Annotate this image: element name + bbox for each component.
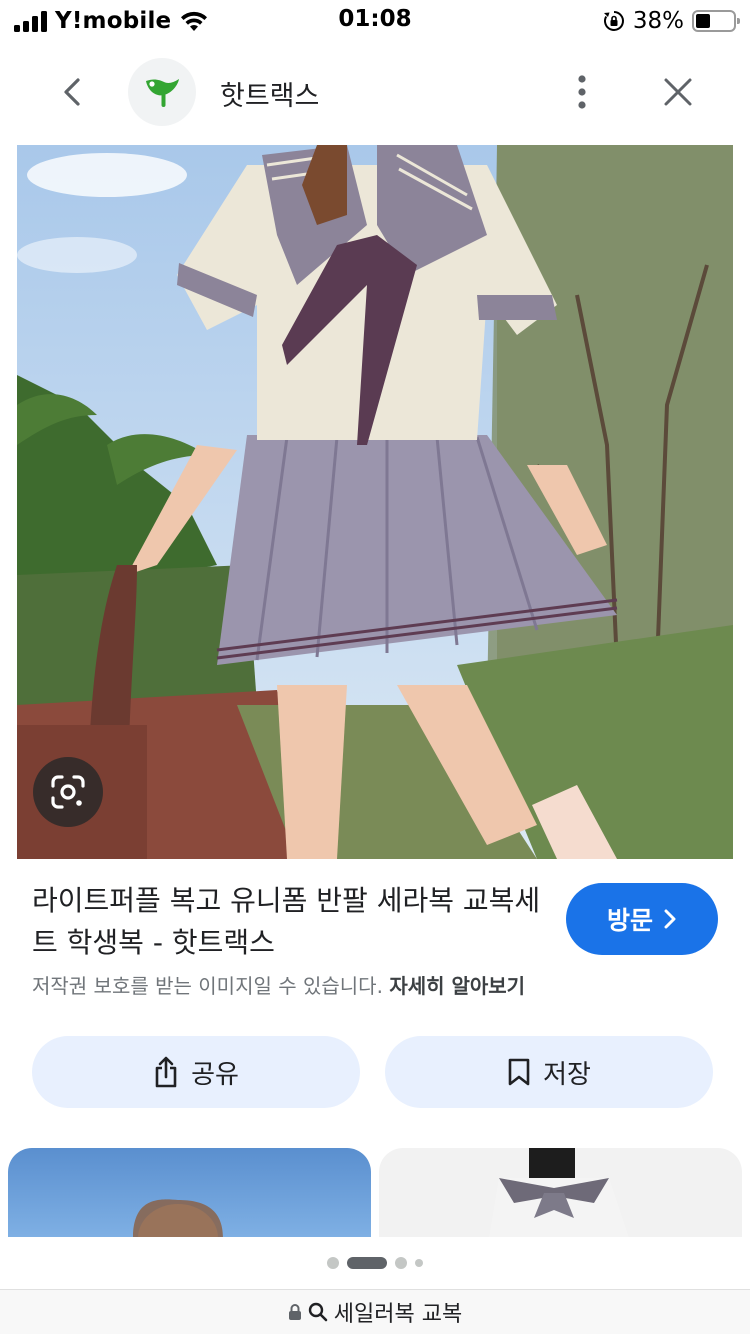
close-button[interactable] (656, 70, 700, 114)
visit-button[interactable]: 방문 (566, 883, 718, 955)
related-photo (489, 1148, 629, 1238)
close-icon (664, 78, 692, 106)
site-name[interactable]: 핫트랙스 (220, 74, 319, 113)
result-title[interactable]: 라이트퍼플 복고 유니폼 반팔 세라복 교복세트 학생복 - 핫트랙스 (32, 880, 542, 964)
page-dot[interactable] (395, 1257, 407, 1269)
visit-label: 방문 (606, 906, 653, 935)
back-button[interactable] (50, 70, 94, 114)
url-text: 세일러복 교복 (333, 1302, 463, 1327)
share-button[interactable]: 공유 (32, 1036, 360, 1108)
save-button[interactable]: 저장 (385, 1036, 713, 1108)
google-lens-button[interactable] (33, 757, 103, 827)
share-label: 공유 (191, 1059, 239, 1090)
learn-more-link[interactable]: 자세히 알아보기 (389, 974, 525, 998)
wifi-icon (181, 11, 208, 31)
bookmark-icon (508, 1058, 530, 1086)
status-bar: Y!mobile 01:08 38% (0, 0, 750, 44)
page-dot[interactable] (415, 1259, 423, 1267)
app-bar: 핫트랙스 (0, 44, 750, 142)
chevron-left-icon (64, 78, 80, 106)
related-image-card[interactable] (379, 1148, 742, 1238)
copyright-text: 저작권 보호를 받는 이미지일 수 있습니다. (32, 974, 383, 998)
copyright-notice: 저작권 보호를 받는 이미지일 수 있습니다. 자세히 알아보기 (32, 970, 525, 999)
lock-icon (288, 1304, 301, 1320)
more-vert-icon (578, 75, 586, 109)
related-photo (133, 1199, 223, 1238)
chevron-right-icon (664, 909, 676, 929)
bottom-area: 세일러복 교복 (0, 1237, 750, 1334)
share-icon (155, 1056, 177, 1088)
save-label: 저장 (543, 1059, 591, 1090)
uniform-photo (17, 145, 733, 859)
hottracks-logo-icon (146, 79, 179, 107)
battery-percent: 38% (632, 8, 684, 34)
url-bar[interactable]: 세일러복 교복 (0, 1289, 750, 1334)
page-dot[interactable] (327, 1257, 339, 1269)
pagination-dots (0, 1257, 750, 1269)
related-image-card[interactable] (8, 1148, 371, 1238)
page-dot-active[interactable] (347, 1257, 387, 1269)
lens-icon (51, 775, 85, 809)
orientation-lock-icon (603, 11, 624, 31)
more-options-button[interactable] (560, 68, 604, 116)
site-favicon[interactable] (128, 58, 196, 126)
main-product-image[interactable] (17, 145, 733, 859)
search-icon (308, 1302, 328, 1322)
battery-icon (692, 10, 740, 32)
cellular-signal-icon (14, 10, 47, 32)
carrier-name: Y!mobile (55, 8, 172, 34)
